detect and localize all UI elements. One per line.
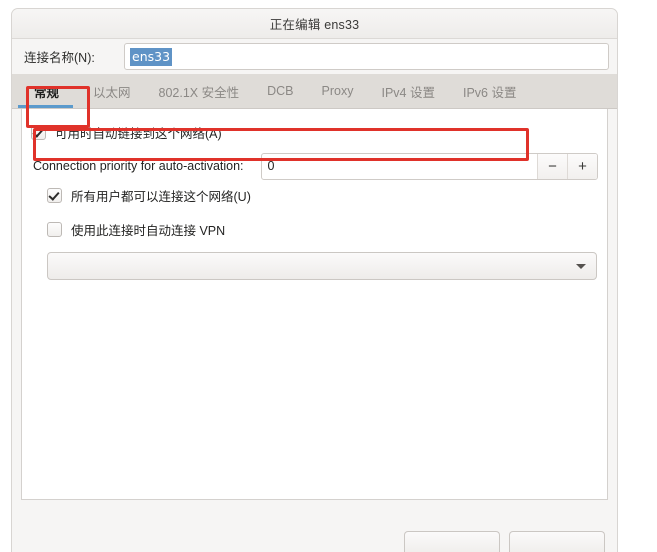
connection-name-row: 连接名称(N): ens33 bbox=[12, 39, 617, 74]
autoconnect-label: 可用时自动链接到这个网络(A) bbox=[55, 126, 222, 141]
window-titlebar: 正在编辑 ens33 bbox=[12, 9, 617, 39]
tab-ipv6-settings-label: IPv6 设置 bbox=[462, 85, 517, 100]
settings-tabbar: 常规 以太网 802.1X 安全性 DCB Proxy IPv4 设置 IPv6… bbox=[12, 74, 617, 109]
dialog-action-bar bbox=[12, 507, 617, 552]
edit-connection-window: 正在编辑 ens33 连接名称(N): ens33 常规 以太网 802.1X … bbox=[11, 8, 618, 552]
autoconnect-row[interactable]: 可用时自动链接到这个网络(A) bbox=[31, 118, 598, 146]
tab-dcb-label: DCB bbox=[267, 84, 294, 98]
tab-proxy[interactable]: Proxy bbox=[308, 74, 368, 108]
tab-proxy-label: Proxy bbox=[321, 84, 354, 98]
connection-priority-label: Connection priority for auto-activation: bbox=[33, 159, 244, 173]
auto-vpn-checkbox[interactable] bbox=[47, 221, 62, 237]
vpn-select-wrapper bbox=[31, 252, 598, 280]
window-title: 正在编辑 ens33 bbox=[269, 18, 360, 32]
all-users-row[interactable]: 所有用户都可以连接这个网络(U) bbox=[31, 181, 598, 209]
tab-ipv6-settings[interactable]: IPv6 设置 bbox=[449, 74, 531, 108]
tab-general-label: 常规 bbox=[34, 85, 60, 100]
autoconnect-checkbox[interactable] bbox=[31, 124, 46, 140]
chevron-down-icon bbox=[576, 263, 586, 269]
screen: 正在编辑 ens33 连接名称(N): ens33 常规 以太网 802.1X … bbox=[0, 0, 657, 552]
connection-priority-stepper[interactable]: 0 − + bbox=[260, 152, 598, 180]
all-users-label: 所有用户都可以连接这个网络(U) bbox=[71, 189, 251, 204]
connection-name-label: 连接名称(N): bbox=[24, 51, 95, 65]
tab-general[interactable]: 常规 bbox=[12, 74, 80, 108]
tab-8021x-security[interactable]: 802.1X 安全性 bbox=[145, 74, 254, 108]
tab-ipv4-settings-label: IPv4 设置 bbox=[381, 85, 435, 100]
connection-name-value: ens33 bbox=[130, 47, 173, 66]
priority-decrement-button[interactable]: − bbox=[537, 153, 567, 179]
priority-increment-button[interactable]: + bbox=[567, 153, 597, 179]
connection-priority-row: Connection priority for auto-activation:… bbox=[31, 151, 598, 181]
tab-ipv4-settings[interactable]: IPv4 设置 bbox=[367, 74, 449, 108]
tab-ethernet[interactable]: 以太网 bbox=[79, 74, 145, 108]
cancel-button[interactable] bbox=[404, 531, 500, 552]
general-tab-panel: 可用时自动链接到这个网络(A) Connection priority for … bbox=[21, 109, 608, 500]
tab-dcb[interactable]: DCB bbox=[253, 74, 307, 108]
tab-8021x-security-label: 802.1X 安全性 bbox=[158, 85, 240, 100]
all-users-checkbox[interactable] bbox=[47, 187, 62, 203]
connection-name-input[interactable]: ens33 bbox=[124, 43, 609, 70]
connection-priority-value[interactable]: 0 bbox=[262, 154, 537, 179]
vpn-connection-select[interactable] bbox=[47, 252, 597, 280]
tab-ethernet-label: 以太网 bbox=[93, 85, 131, 100]
auto-vpn-row[interactable]: 使用此连接时自动连接 VPN bbox=[31, 215, 598, 243]
save-button[interactable] bbox=[509, 531, 605, 552]
auto-vpn-label: 使用此连接时自动连接 VPN bbox=[71, 223, 226, 238]
